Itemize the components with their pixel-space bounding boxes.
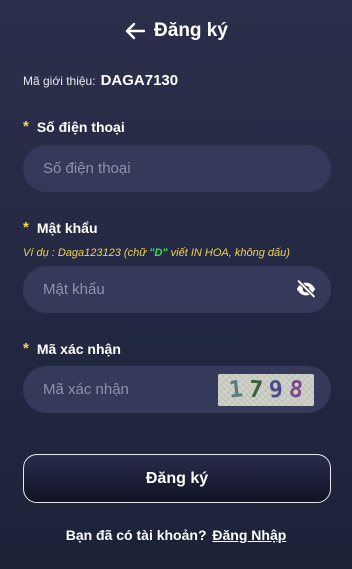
arrow-left-icon[interactable] (124, 20, 146, 42)
password-label-row: * Mật khẩu (23, 219, 98, 236)
eye-off-icon[interactable] (295, 278, 317, 300)
register-button[interactable]: Đăng ký (23, 454, 331, 503)
password-hint: Ví dụ : Daga123123 (chữ "D" viết IN HOA,… (23, 247, 290, 259)
phone-field[interactable] (23, 145, 331, 192)
referral-label: Mã giới thiệu: (23, 74, 96, 88)
password-field[interactable] (23, 266, 331, 313)
captcha-digit: 9 (268, 376, 284, 404)
password-hint-suffix: viết IN HOA, không dấu) (167, 247, 290, 259)
page-title: Đăng ký (154, 20, 228, 41)
page-header: Đăng ký (0, 16, 352, 46)
login-question: Bạn đã có tài khoản? (65, 527, 207, 543)
captcha-label: Mã xác nhận (36, 340, 121, 357)
phone-label-row: * Số điện thoại (23, 118, 125, 135)
login-prompt: Bạn đã có tài khoản? Đăng Nhập (0, 527, 352, 543)
captcha-digit: 8 (287, 376, 305, 404)
captcha-input[interactable] (43, 381, 203, 398)
captcha-field[interactable]: 1 7 9 8 (23, 366, 331, 413)
required-star: * (23, 219, 29, 236)
phone-label: Số điện thoại (36, 118, 125, 135)
captcha-digit: 1 (227, 376, 245, 404)
password-label: Mật khẩu (36, 219, 98, 236)
password-hint-letter: "D" (149, 247, 168, 259)
password-hint-prefix: Ví dụ : Daga123123 (chữ (23, 247, 150, 259)
captcha-image[interactable]: 1 7 9 8 (218, 374, 314, 406)
required-star: * (23, 340, 29, 357)
captcha-digit: 7 (248, 376, 264, 404)
required-star: * (23, 118, 29, 135)
phone-input[interactable] (43, 160, 263, 177)
password-input[interactable] (43, 281, 263, 298)
login-link[interactable]: Đăng Nhập (212, 527, 286, 543)
referral-row: Mã giới thiệu: DAGA7130 (23, 72, 178, 89)
captcha-label-row: * Mã xác nhận (23, 340, 121, 357)
referral-code: DAGA7130 (100, 72, 179, 89)
